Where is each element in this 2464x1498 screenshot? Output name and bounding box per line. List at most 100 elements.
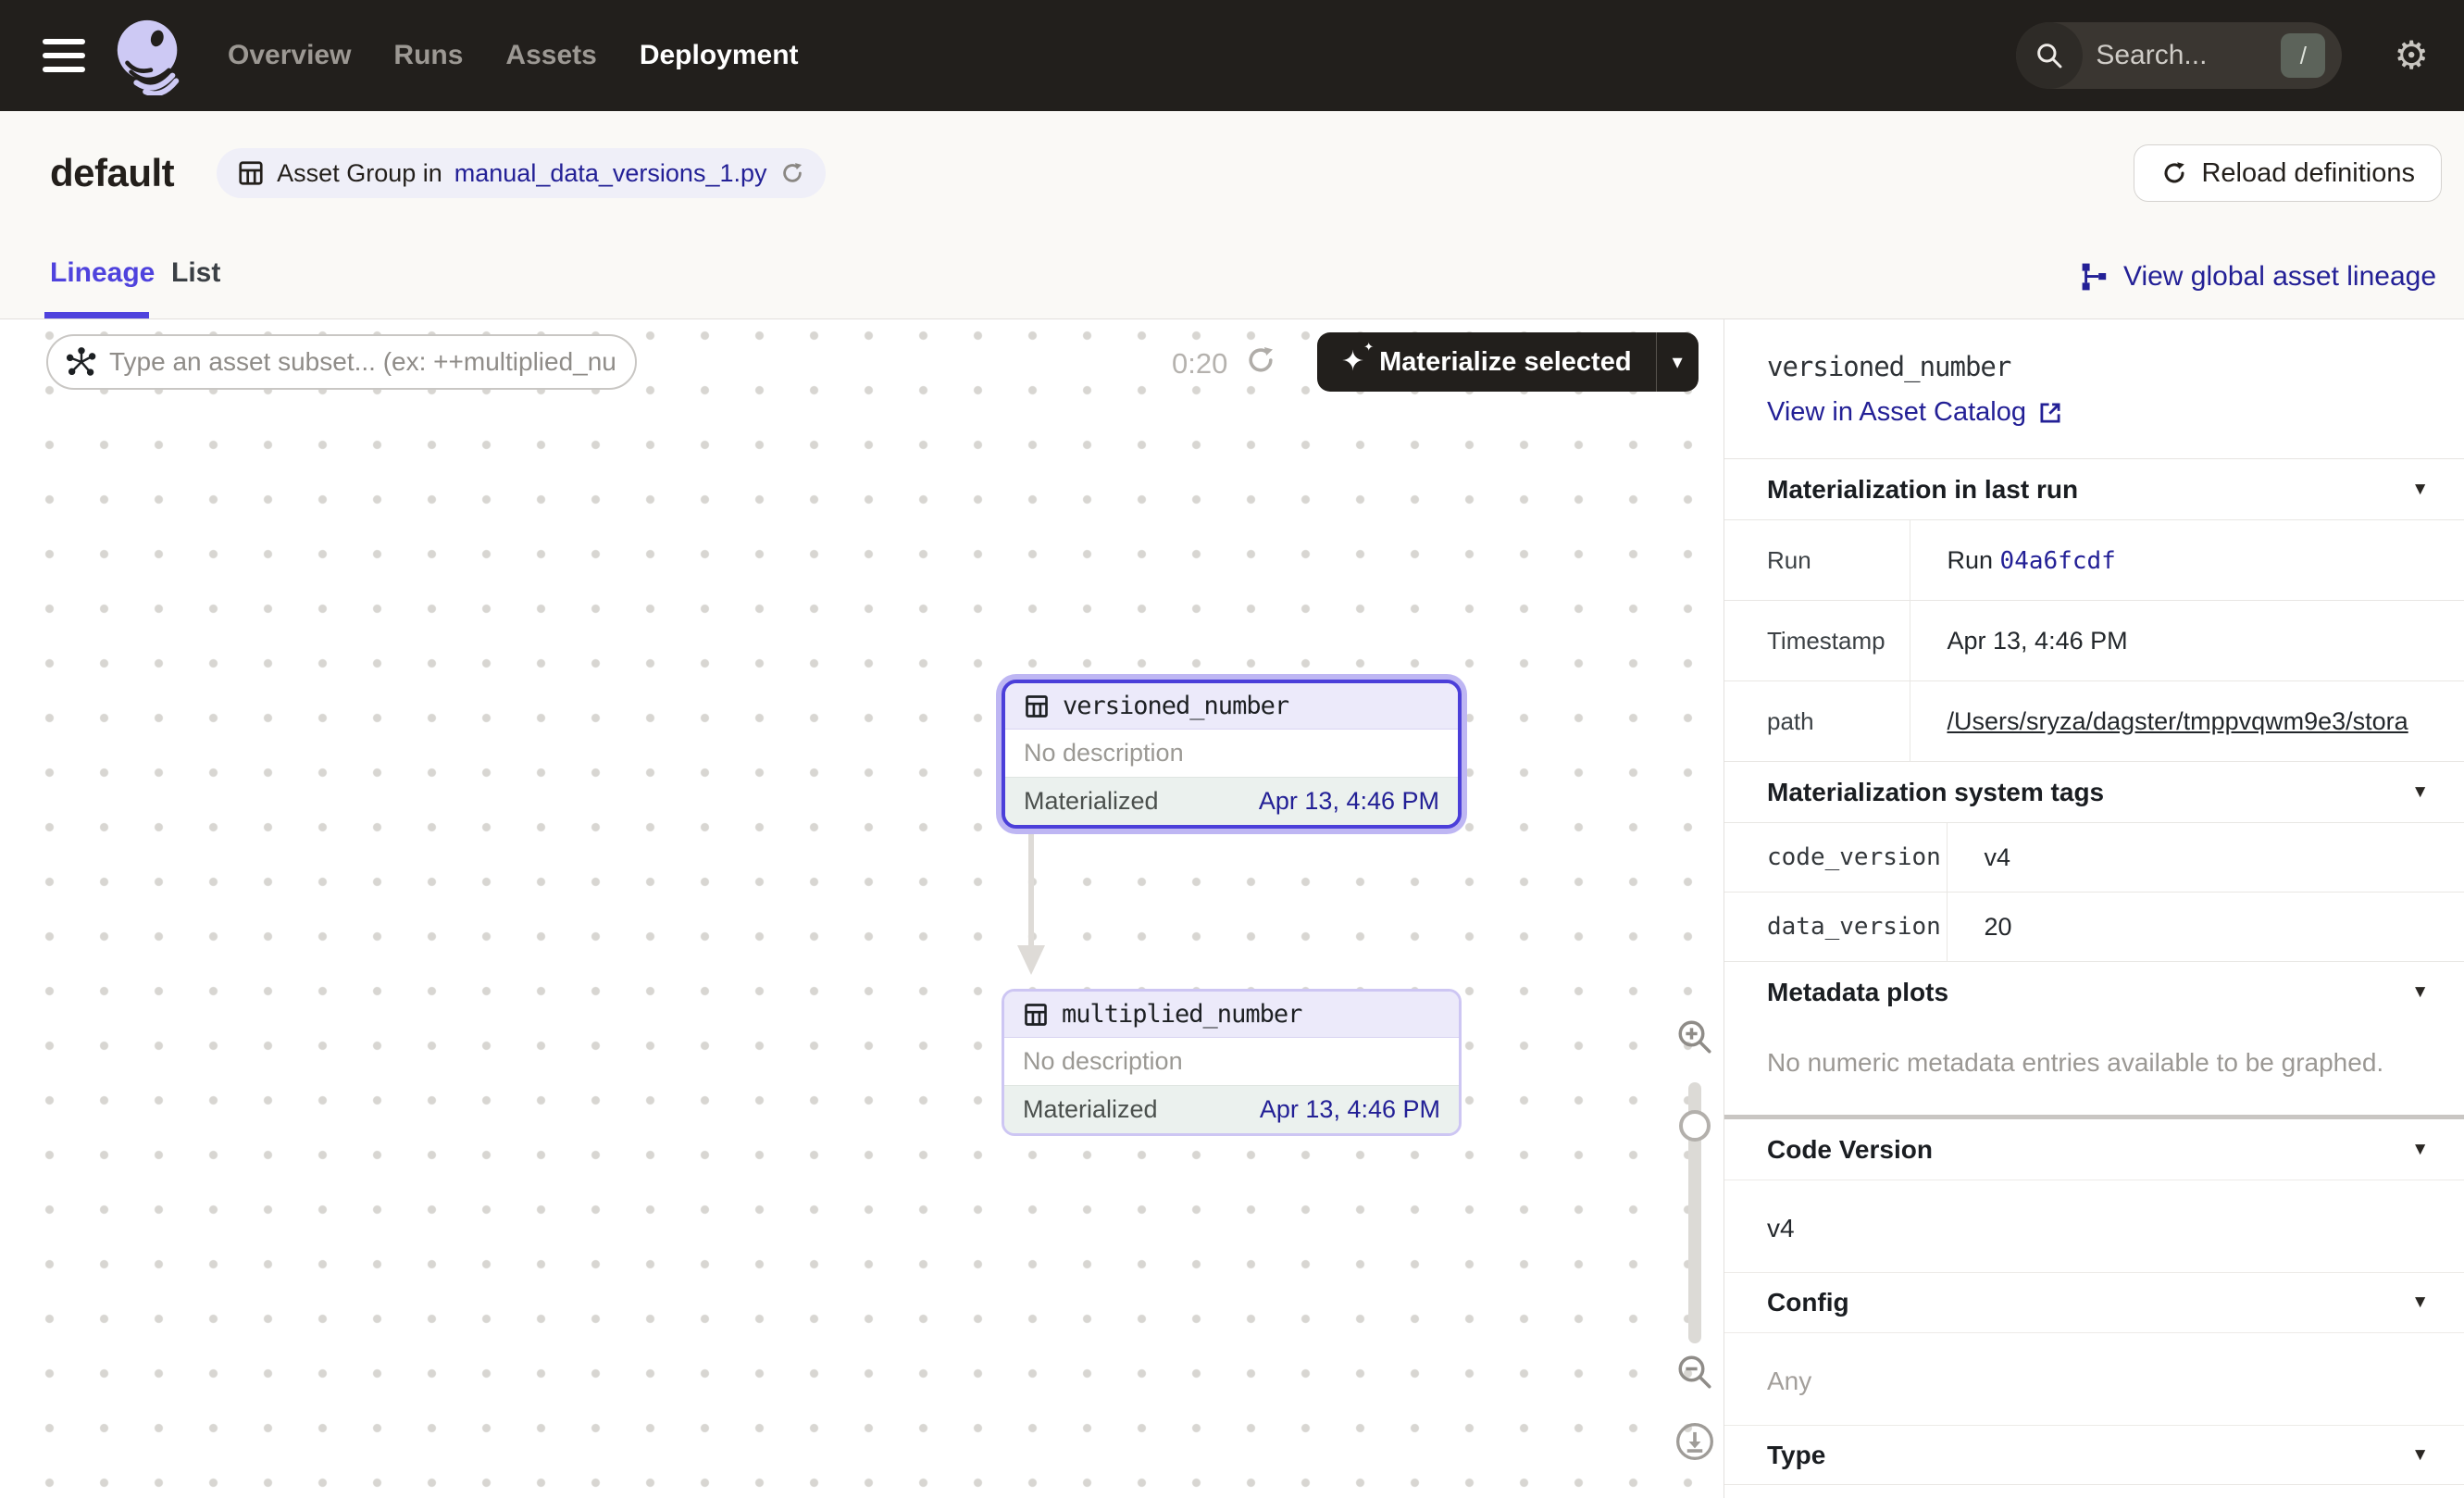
chevron-down-icon: ▼ (2411, 1292, 2429, 1313)
reload-definitions-button[interactable]: Reload definitions (2134, 144, 2442, 202)
zoom-in-icon[interactable] (1658, 1017, 1724, 1056)
dagster-logo-icon[interactable] (109, 16, 189, 95)
asset-status: Materialized (1024, 787, 1159, 816)
asset-subset-input[interactable] (109, 347, 616, 377)
active-tab-underline (44, 312, 149, 318)
section-type[interactable]: Type ▼ (1724, 1425, 2464, 1485)
asset-node-multiplied-number[interactable]: multiplied_number No description Materia… (1002, 989, 1462, 1136)
badge-text: Asset Group in (277, 159, 442, 188)
timestamp-value: Apr 13, 4:46 PM (1910, 601, 2464, 681)
run-id-link[interactable]: 04a6fcdf (2000, 547, 2116, 575)
row-key: Run (1724, 520, 1910, 601)
section-heading: Materialization in last run (1767, 475, 2078, 505)
section-heading: Materialization system tags (1767, 778, 2104, 807)
row-key: data_version (1724, 893, 1947, 962)
section-config[interactable]: Config ▼ (1724, 1272, 2464, 1332)
section-code-version[interactable]: Code Version ▼ (1724, 1119, 2464, 1180)
catalog-link-label: View in Asset Catalog (1767, 397, 2026, 428)
lineage-edge-arrow (1014, 829, 1052, 977)
global-search[interactable]: / (2016, 22, 2342, 89)
asset-status: Materialized (1023, 1095, 1158, 1124)
nav-item-runs[interactable]: Runs (393, 40, 463, 71)
table-row: Run Run 04a6fcdf (1724, 520, 2464, 601)
gear-icon[interactable]: ⚙ (2394, 36, 2429, 75)
nav-item-overview[interactable]: Overview (228, 40, 351, 71)
materialize-selected-button[interactable]: ✦ Materialize selected ▾ (1317, 332, 1699, 392)
section-materialization-in-last-run[interactable]: Materialization in last run ▼ (1724, 459, 2464, 519)
zoom-slider[interactable] (1688, 1082, 1701, 1343)
refresh-icon[interactable] (779, 160, 805, 186)
row-key: path (1724, 681, 1910, 762)
materialize-dropdown-caret[interactable]: ▾ (1656, 332, 1699, 392)
tab-lineage[interactable]: Lineage (50, 257, 155, 289)
nav-items: Overview Runs Assets Deployment (228, 40, 799, 71)
external-link-icon (2037, 400, 2063, 426)
zoom-slider-thumb[interactable] (1679, 1110, 1711, 1142)
section-heading: Code Version (1767, 1135, 1933, 1165)
asset-materialization-time[interactable]: Apr 13, 4:46 PM (1260, 1095, 1440, 1124)
section-heading: Config (1767, 1288, 1849, 1317)
chevron-down-icon: ▼ (2411, 982, 2429, 1003)
asset-grid-icon (1023, 1002, 1049, 1028)
section-materialization-system-tags[interactable]: Materialization system tags ▼ (1724, 762, 2464, 822)
metadata-plots-empty-message: No numeric metadata entries available to… (1724, 1022, 2464, 1115)
search-icon (2016, 22, 2083, 89)
refresh-timer: 0:20 (1172, 347, 1227, 381)
asset-node-header: versioned_number (1005, 683, 1458, 730)
asset-grid-icon (237, 159, 265, 187)
lineage-graph-icon (2081, 262, 2110, 292)
hamburger-menu-icon[interactable] (43, 39, 85, 72)
zoom-out-icon[interactable] (1658, 1353, 1724, 1392)
asset-name: versioned_number (1063, 692, 1288, 720)
asset-node-versioned-number[interactable]: versioned_number No description Material… (1002, 680, 1462, 829)
code-version-value: v4 (1947, 823, 2464, 893)
last-run-table: Run Run 04a6fcdf Timestamp Apr 13, 4:46 … (1724, 519, 2464, 762)
chevron-down-icon: ▼ (2411, 1445, 2429, 1466)
table-row: path /Users/sryza/dagster/tmppvqwm9e3/st… (1724, 681, 2464, 762)
page-header: default Asset Group in manual_data_versi… (0, 111, 2464, 319)
top-nav: Overview Runs Assets Deployment / ⚙ (0, 0, 2464, 111)
config-value: Any (1724, 1332, 2464, 1425)
chevron-down-icon: ▼ (2411, 480, 2429, 500)
asset-grid-icon (1024, 693, 1050, 719)
nav-item-assets[interactable]: Assets (505, 40, 596, 71)
download-image-icon[interactable] (1658, 1421, 1724, 1462)
badge-file-link[interactable]: manual_data_versions_1.py (454, 159, 767, 188)
row-key: Timestamp (1724, 601, 1910, 681)
asset-node-header: multiplied_number (1004, 992, 1459, 1038)
chevron-down-icon: ▼ (2411, 1140, 2429, 1160)
run-value-prefix: Run (1948, 546, 1994, 574)
path-link[interactable]: /Users/sryza/dagster/tmppvqwm9e3/stora (1948, 707, 2464, 736)
nav-item-deployment[interactable]: Deployment (640, 40, 799, 71)
asset-materialization-time[interactable]: Apr 13, 4:46 PM (1259, 787, 1439, 816)
chevron-down-icon: ▼ (2411, 782, 2429, 803)
section-metadata-plots[interactable]: Metadata plots ▼ (1724, 962, 2464, 1022)
section-heading: Type (1767, 1441, 1825, 1470)
asset-node-footer: Materialized Apr 13, 4:46 PM (1004, 1085, 1459, 1133)
global-lineage-label: View global asset lineage (2123, 261, 2436, 293)
search-input[interactable] (2083, 40, 2281, 71)
page-title: default (50, 151, 174, 195)
lineage-canvas[interactable]: 0:20 ✦ Materialize selected ▾ (0, 319, 1724, 1498)
view-in-asset-catalog-link[interactable]: View in Asset Catalog (1767, 397, 2063, 428)
row-key: code_version (1724, 823, 1947, 893)
refresh-graph-icon[interactable] (1244, 343, 1277, 377)
asset-description: No description (1004, 1038, 1459, 1085)
sparkle-icon: ✦ (1341, 348, 1364, 376)
section-heading: Metadata plots (1767, 978, 1948, 1007)
asset-name: multiplied_number (1062, 1000, 1301, 1029)
data-version-value: 20 (1947, 893, 2464, 962)
asset-subset-filter[interactable] (46, 334, 637, 390)
table-row: code_version v4 (1724, 823, 2464, 893)
sidebar-asset-title: versioned_number (1767, 351, 2427, 382)
asset-description: No description (1005, 730, 1458, 777)
tab-list[interactable]: List (171, 257, 220, 289)
op-selector-icon (67, 347, 96, 377)
asset-group-badge: Asset Group in manual_data_versions_1.py (217, 148, 825, 198)
table-row: Timestamp Apr 13, 4:46 PM (1724, 601, 2464, 681)
search-shortcut-badge: / (2281, 33, 2325, 78)
table-row: data_version 20 (1724, 893, 2464, 962)
materialize-label: Materialize selected (1379, 347, 1631, 378)
view-global-asset-lineage-link[interactable]: View global asset lineage (2081, 261, 2436, 293)
code-version-value: v4 (1724, 1180, 2464, 1272)
